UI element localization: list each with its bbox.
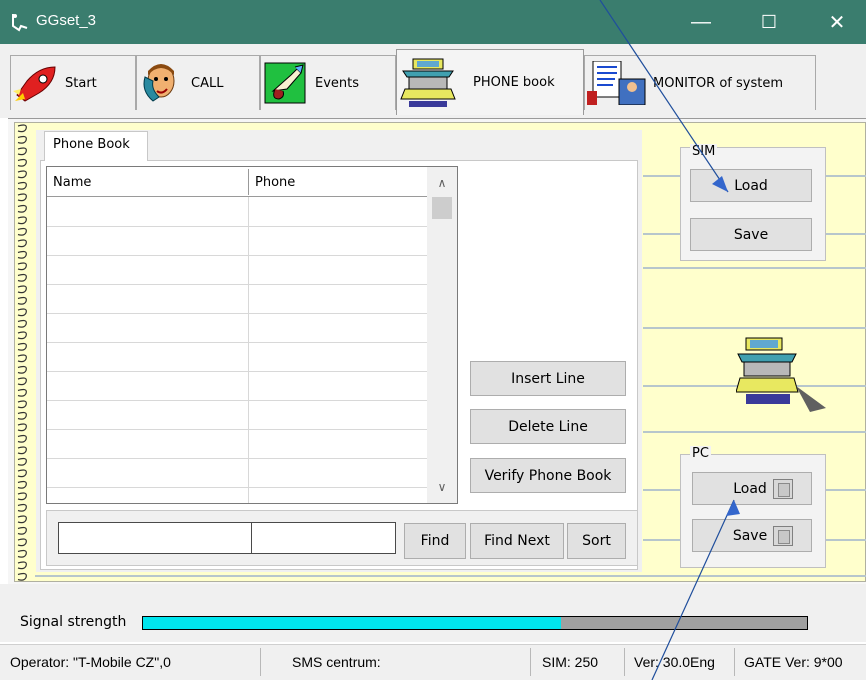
table-row[interactable]	[47, 459, 427, 488]
search-field-phone[interactable]	[251, 522, 396, 554]
table-row[interactable]	[47, 285, 427, 314]
tab-phone-book-label: PHONE book	[473, 75, 555, 90]
table-row[interactable]	[47, 372, 427, 401]
spiral-binding	[14, 123, 36, 581]
pc-group-label: PC	[690, 446, 711, 461]
sim-save-button[interactable]: Save	[690, 218, 812, 251]
signal-strength-bar	[142, 616, 808, 630]
window-title: GGset_3	[36, 12, 97, 29]
status-gate-version: GATE Ver: 9*00	[744, 654, 843, 670]
pc-load-button[interactable]: Load	[692, 472, 812, 505]
tab-phone-book-inner[interactable]: Phone Book	[44, 131, 148, 161]
sim-group-label: SIM	[690, 144, 718, 159]
maximize-button[interactable]: ☐	[744, 0, 794, 44]
table-row[interactable]	[47, 227, 427, 256]
signal-row	[0, 584, 866, 642]
title-bar[interactable]: GGset_3 — ☐ ✕	[0, 0, 866, 44]
scroll-up-icon[interactable]: ∧	[427, 169, 457, 197]
tab-call[interactable]: CALL	[136, 55, 260, 110]
monitor-icon	[587, 61, 646, 105]
status-version: Ver: 30.0Eng	[634, 654, 715, 670]
table-header: Name Phone	[47, 167, 427, 197]
insert-line-button[interactable]: Insert Line	[470, 361, 626, 396]
signal-strength-fill	[143, 617, 562, 629]
status-sms-centrum: SMS centrum:	[292, 654, 381, 670]
search-field-name[interactable]	[58, 522, 252, 554]
hand-events-icon	[264, 62, 306, 104]
phonebook-table[interactable]: Name Phone ∧ ∨	[46, 166, 458, 504]
signal-strength-label: Signal strength	[20, 614, 127, 630]
floppy-icon	[773, 525, 794, 546]
pc-save-label: Save	[732, 527, 768, 544]
minimize-button[interactable]: —	[676, 0, 726, 44]
pc-save-button[interactable]: Save	[692, 519, 812, 552]
rocket-icon	[13, 66, 56, 102]
tab-monitor[interactable]: MONITOR of system	[584, 55, 816, 110]
app-icon	[12, 14, 28, 32]
table-row[interactable]	[47, 314, 427, 343]
tab-events-label: Events	[315, 75, 360, 91]
status-sim: SIM: 250	[542, 654, 599, 670]
table-row[interactable]	[47, 343, 427, 372]
phonebook-device-icon	[736, 337, 826, 412]
column-header-phone[interactable]: Phone	[255, 175, 295, 190]
tab-start-label: Start	[65, 75, 97, 91]
phonebook-icon	[400, 58, 456, 107]
delete-line-button[interactable]: Delete Line	[470, 409, 626, 444]
sort-button[interactable]: Sort	[567, 523, 626, 559]
tab-phone-book[interactable]: PHONE book	[396, 49, 584, 115]
table-row[interactable]	[47, 256, 427, 285]
status-operator: Operator: "T-Mobile CZ",0	[10, 654, 171, 670]
pc-load-label: Load	[733, 480, 767, 497]
find-next-button[interactable]: Find Next	[470, 523, 564, 559]
column-header-name[interactable]: Name	[53, 175, 91, 190]
phone-caller-icon	[143, 64, 175, 102]
table-scrollbar[interactable]: ∧ ∨	[427, 167, 457, 503]
table-row[interactable]	[47, 401, 427, 430]
verify-phone-book-button[interactable]: Verify Phone Book	[470, 458, 626, 493]
scroll-down-icon[interactable]: ∨	[427, 473, 457, 501]
close-button[interactable]: ✕	[812, 0, 862, 44]
table-row[interactable]	[47, 198, 427, 227]
table-row[interactable]	[47, 430, 427, 459]
sim-load-button[interactable]: Load	[690, 169, 812, 202]
scroll-thumb[interactable]	[432, 197, 452, 219]
tab-start[interactable]: Start	[10, 55, 136, 110]
floppy-icon	[772, 478, 793, 499]
tab-monitor-label: MONITOR of system	[653, 75, 784, 91]
find-button[interactable]: Find	[404, 523, 466, 559]
tab-call-label: CALL	[191, 75, 224, 91]
tab-events[interactable]: Events	[260, 55, 396, 110]
